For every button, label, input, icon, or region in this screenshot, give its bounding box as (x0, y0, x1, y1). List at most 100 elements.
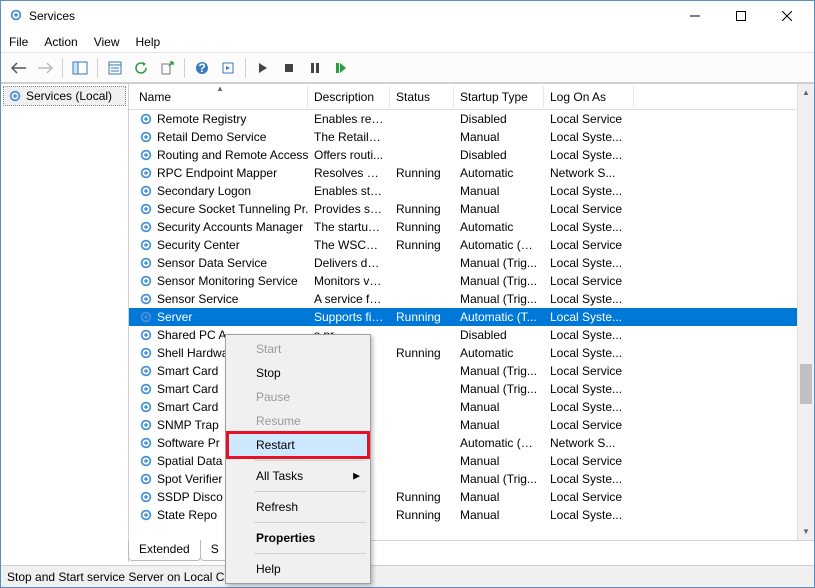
service-row[interactable]: Security Accounts ManagerThe startup ...… (129, 218, 814, 236)
service-startup: Manual (454, 130, 544, 144)
col-status[interactable]: Status (390, 86, 454, 108)
ctx-help[interactable]: Help (228, 557, 368, 581)
service-row[interactable]: Secure Socket Tunneling Pr...Provides su… (129, 200, 814, 218)
back-button[interactable] (7, 56, 31, 80)
service-startup: Automatic (D... (454, 238, 544, 252)
service-status: Running (390, 508, 454, 522)
service-row[interactable]: Sensor Data Service Delivers dat... Manual… (129, 254, 814, 272)
pause-service-button[interactable] (303, 56, 327, 80)
service-desc: The WSCSV... (308, 238, 390, 252)
sidebar-item-services-local[interactable]: Services (Local) (3, 86, 126, 106)
menu-view[interactable]: View (94, 35, 120, 49)
vertical-scrollbar[interactable]: ▲ ▼ (797, 84, 814, 540)
gear-icon (139, 292, 153, 306)
refresh-button[interactable] (129, 56, 153, 80)
service-name: Spot Verifier (157, 472, 222, 486)
service-row[interactable]: ServerSupports fil...RunningAutomatic (T… (129, 308, 814, 326)
show-hide-tree-button[interactable] (68, 56, 92, 80)
service-row[interactable]: RPC Endpoint MapperResolves RP...Running… (129, 164, 814, 182)
service-status: Running (390, 346, 454, 360)
tab-extended[interactable]: Extended (128, 540, 201, 561)
service-name: State Repo (157, 508, 217, 522)
minimize-button[interactable] (672, 1, 718, 31)
close-button[interactable] (764, 1, 810, 31)
service-logon: Local Syste... (544, 292, 634, 306)
service-desc: Delivers dat... (308, 256, 390, 270)
gear-icon (139, 238, 153, 252)
menubar: File Action View Help (1, 31, 814, 53)
stop-service-button[interactable] (277, 56, 301, 80)
properties-button[interactable] (103, 56, 127, 80)
ctx-all-tasks[interactable]: All Tasks▶ (228, 464, 368, 488)
service-desc: The Retail D... (308, 130, 390, 144)
gear-icon (139, 400, 153, 414)
col-startup[interactable]: Startup Type (454, 86, 544, 108)
service-logon: Local Service (544, 238, 634, 252)
service-row[interactable]: Security CenterThe WSCSV...RunningAutoma… (129, 236, 814, 254)
gear-icon (139, 184, 153, 198)
service-name: SNMP Trap (157, 418, 219, 432)
service-startup: Disabled (454, 328, 544, 342)
scroll-up-icon[interactable]: ▲ (798, 84, 814, 101)
service-name: Smart Card (157, 382, 218, 396)
service-logon: Local Syste... (544, 130, 634, 144)
forward-button[interactable] (33, 56, 57, 80)
service-startup: Manual (454, 454, 544, 468)
service-name: Smart Card (157, 400, 218, 414)
service-startup: Manual (Trig... (454, 292, 544, 306)
ctx-restart[interactable]: Restart (228, 433, 368, 457)
col-description[interactable]: Description (308, 86, 390, 108)
ctx-stop[interactable]: Stop (228, 361, 368, 385)
service-row[interactable]: Routing and Remote AccessOffers routi...… (129, 146, 814, 164)
service-startup: Manual (454, 490, 544, 504)
service-row[interactable]: Sensor Monitoring ServiceMonitors va...M… (129, 272, 814, 290)
service-startup: Manual (Trig... (454, 382, 544, 396)
service-row[interactable]: Remote RegistryEnables rem...DisabledLoc… (129, 110, 814, 128)
service-name: Sensor Service (157, 292, 238, 306)
service-name: RPC Endpoint Mapper (157, 166, 277, 180)
service-startup: Manual (Trig... (454, 274, 544, 288)
svg-text:?: ? (198, 61, 205, 75)
context-menu: Start Stop Pause Resume Restart All Task… (225, 334, 371, 584)
action-button[interactable] (216, 56, 240, 80)
toolbar: ? (1, 53, 814, 83)
service-desc: Offers routi... (308, 148, 390, 162)
restart-service-button[interactable] (329, 56, 353, 80)
gear-icon (139, 454, 153, 468)
service-logon: Local Syste... (544, 148, 634, 162)
export-button[interactable] (155, 56, 179, 80)
service-row[interactable]: Secondary LogonEnables star...ManualLoca… (129, 182, 814, 200)
ctx-separator (254, 460, 366, 461)
service-startup: Manual (454, 184, 544, 198)
gear-icon (139, 148, 153, 162)
gear-icon (139, 256, 153, 270)
scroll-down-icon[interactable]: ▼ (798, 523, 814, 540)
menu-file[interactable]: File (9, 35, 28, 49)
service-status: Running (390, 238, 454, 252)
gear-icon (139, 310, 153, 324)
service-startup: Manual (Trig... (454, 256, 544, 270)
service-logon: Local Service (544, 490, 634, 504)
service-startup: Manual (Trig... (454, 472, 544, 486)
service-name: Sensor Data Service (157, 256, 267, 270)
service-name: Software Pr (157, 436, 220, 450)
service-startup: Disabled (454, 112, 544, 126)
help-button[interactable]: ? (190, 56, 214, 80)
col-logon[interactable]: Log On As (544, 86, 634, 108)
sidebar: Services (Local) (1, 84, 129, 562)
app-icon (9, 8, 23, 25)
service-row[interactable]: Retail Demo ServiceThe Retail D...Manual… (129, 128, 814, 146)
service-row[interactable]: Sensor ServiceA service fo...Manual (Tri… (129, 290, 814, 308)
ctx-properties[interactable]: Properties (228, 526, 368, 550)
scroll-thumb[interactable] (800, 364, 812, 404)
service-status: Running (390, 490, 454, 504)
maximize-button[interactable] (718, 1, 764, 31)
menu-action[interactable]: Action (44, 35, 77, 49)
gear-icon (139, 130, 153, 144)
col-name[interactable]: ▲Name (133, 86, 308, 108)
menu-help[interactable]: Help (136, 35, 161, 49)
ctx-pause: Pause (228, 385, 368, 409)
start-service-button[interactable] (251, 56, 275, 80)
service-logon: Local Syste... (544, 382, 634, 396)
ctx-refresh[interactable]: Refresh (228, 495, 368, 519)
